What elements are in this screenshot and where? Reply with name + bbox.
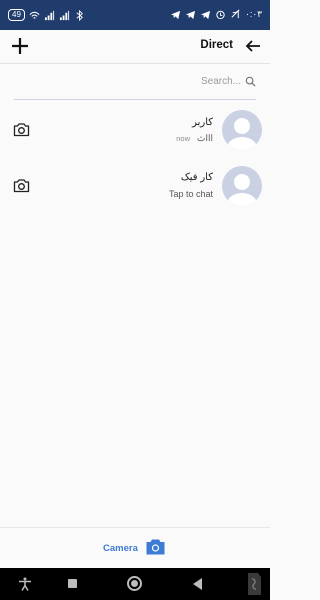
alarm-icon	[216, 10, 225, 20]
search-placeholder: Search...	[200, 76, 241, 87]
header: Direct	[0, 30, 270, 64]
telegram-icon	[185, 10, 196, 20]
camera-button-label[interactable]: Camera	[103, 543, 138, 554]
search-underline	[14, 99, 256, 100]
system-nav-bar	[0, 568, 270, 600]
conversation-name: کاربر	[192, 117, 213, 128]
conversation-row[interactable]: کاربر اااث now	[0, 105, 270, 153]
wifi-icon	[29, 11, 40, 19]
home-icon[interactable]	[127, 576, 142, 591]
telegram-icon	[170, 10, 181, 20]
silent-icon	[231, 9, 240, 19]
recents-icon[interactable]	[68, 579, 77, 588]
search-field[interactable]: Search...	[201, 76, 256, 87]
bluetooth-icon	[76, 9, 83, 21]
signal-icon	[59, 10, 69, 20]
status-bar: 49 ۰:۰۳	[0, 0, 270, 30]
plus-icon[interactable]	[10, 36, 30, 56]
conversation-row[interactable]: کار فیک Tap to chat	[0, 161, 270, 209]
back-icon[interactable]	[193, 578, 202, 590]
app-watermark-icon	[248, 573, 261, 595]
status-bar-left: 49	[8, 9, 85, 21]
battery-indicator: 49	[8, 9, 25, 21]
search-icon	[245, 76, 256, 87]
avatar	[222, 166, 262, 206]
camera-icon[interactable]	[146, 538, 165, 555]
camera-bar: Camera	[0, 527, 270, 568]
conversation-name: کار فیک	[180, 172, 213, 183]
conversation-time: now	[176, 134, 190, 143]
arrow-left-icon[interactable]	[244, 37, 262, 55]
accessibility-icon[interactable]	[18, 577, 32, 591]
conversation-preview: Tap to chat	[168, 189, 213, 199]
page-title: Direct	[200, 39, 233, 51]
telegram-icon	[200, 10, 211, 20]
avatar	[222, 110, 262, 150]
status-bar-right: ۰:۰۳	[170, 9, 262, 20]
camera-icon[interactable]	[13, 178, 30, 193]
camera-icon[interactable]	[13, 122, 30, 137]
conversation-preview: اااث	[197, 133, 213, 143]
status-time: ۰:۰۳	[244, 9, 262, 19]
signal-icon	[44, 10, 54, 20]
